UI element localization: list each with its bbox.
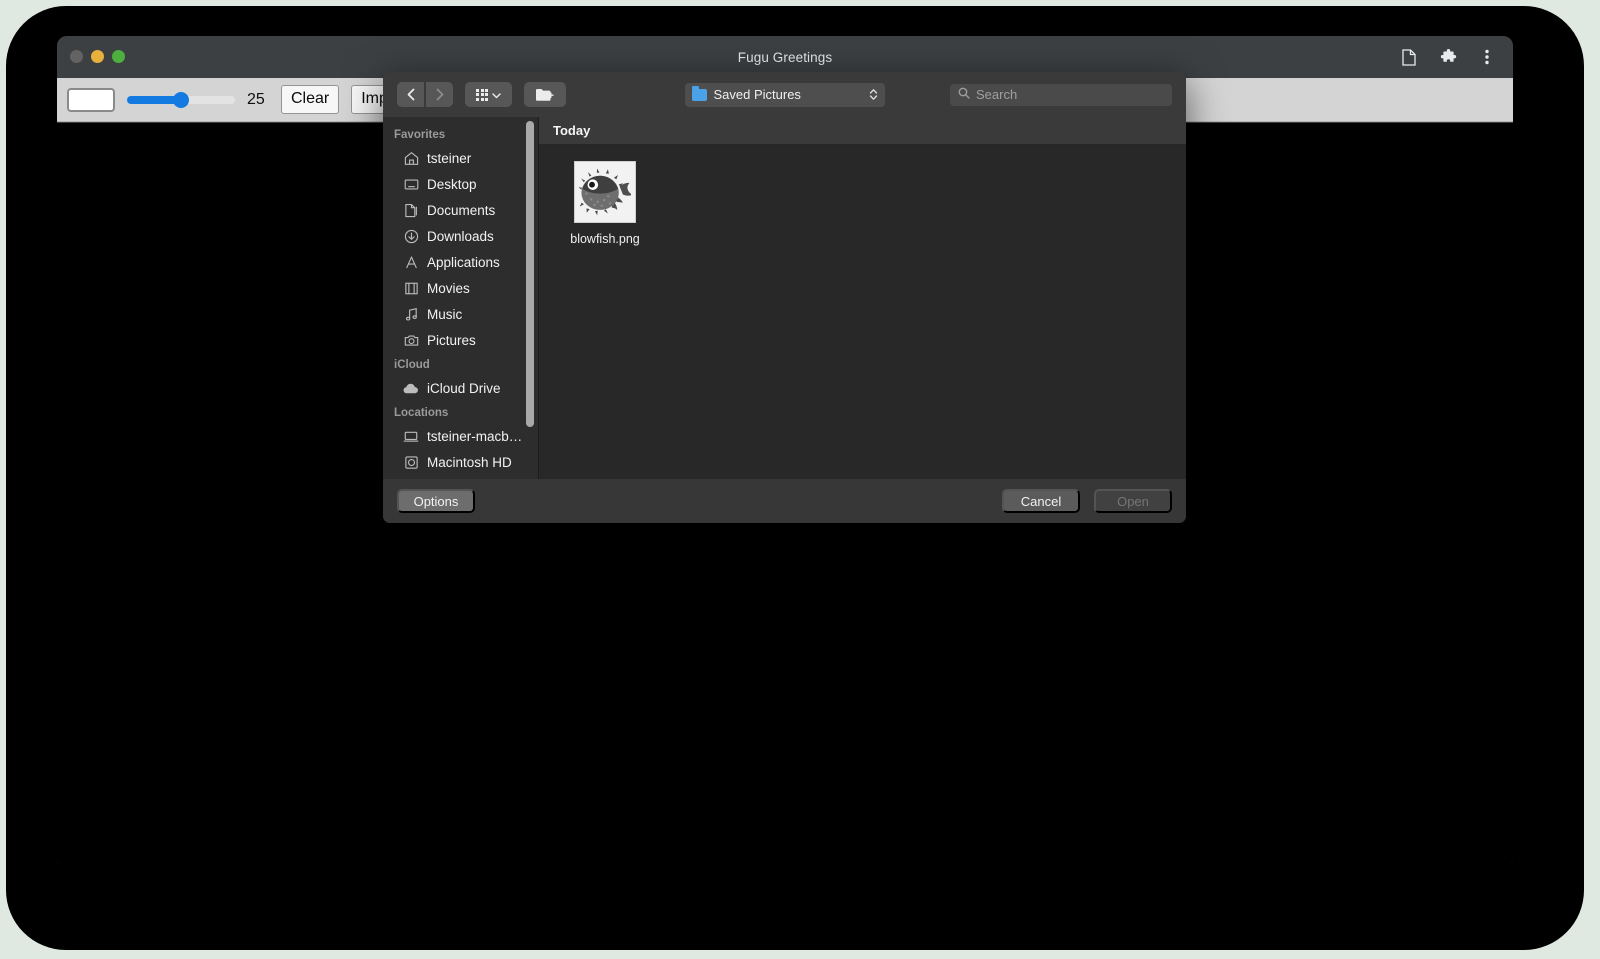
download-icon (403, 228, 419, 244)
chevron-right-icon[interactable] (426, 82, 453, 107)
open-button[interactable]: Open (1094, 489, 1172, 513)
chevron-down-icon (492, 87, 501, 102)
options-button[interactable]: Options (397, 489, 475, 513)
cloud-icon (403, 380, 419, 396)
grid-glyph (476, 88, 488, 101)
puzzle-extension-icon[interactable] (1438, 46, 1458, 68)
desktop-icon (403, 176, 419, 192)
slider-thumb[interactable] (173, 91, 189, 108)
sidebar-item-macintosh-hd[interactable]: Macintosh HD (383, 449, 538, 475)
dialog-toolbar: Saved Pictures Search (383, 72, 1186, 117)
sidebar-item-pictures[interactable]: Pictures (383, 327, 538, 353)
sidebar-item-label: tsteiner-macb… (427, 428, 523, 444)
file-group-header: Today (539, 117, 1186, 145)
applications-icon (403, 254, 419, 270)
sidebar-item-label: Downloads (427, 228, 494, 244)
sidebar-item-label: Pictures (427, 332, 476, 348)
sidebar-item-label: Documents (427, 202, 496, 218)
grid-view-icon[interactable] (465, 82, 512, 107)
sidebar-item-tsteiner-macbook[interactable]: tsteiner-macb… (383, 423, 538, 449)
new-folder-icon[interactable] (524, 82, 566, 107)
sidebar-item-movies[interactable]: Movies (383, 275, 538, 301)
sidebar-item-desktop[interactable]: Desktop (383, 171, 538, 197)
blowfish-icon (579, 168, 631, 216)
chevron-left-icon[interactable] (397, 82, 424, 107)
blue-folder-icon (691, 85, 707, 101)
sidebar-item-applications[interactable]: Applications (383, 249, 538, 275)
file-list-pane[interactable]: Today blowfish.png (538, 117, 1186, 479)
dialog-body: Favorites tsteiner Desktop Documents Dow… (383, 117, 1186, 479)
search-placeholder: Search (976, 87, 1018, 102)
sidebar-section-favorites: Favorites (394, 129, 446, 141)
sidebar-item-label: Movies (427, 280, 470, 296)
sidebar-item-music[interactable]: Music (383, 301, 538, 327)
file-item-blowfish[interactable]: blowfish.png (559, 161, 651, 246)
file-open-dialog: Saved Pictures Search Favorites tsteiner… (383, 72, 1186, 523)
sidebar-item-label: Music (427, 306, 463, 322)
line-width-slider[interactable] (127, 89, 235, 111)
file-name-label: blowfish.png (570, 232, 640, 246)
film-icon (403, 280, 419, 296)
sidebar-item-label: Macintosh HD (427, 454, 512, 470)
sidebar-item-label: Desktop (427, 176, 477, 192)
dialog-footer: Options Cancel Open (383, 479, 1186, 523)
cancel-button[interactable]: Cancel (1002, 489, 1080, 513)
window-title: Fugu Greetings (737, 49, 833, 65)
titlebar-actions (1399, 36, 1503, 78)
search-icon (958, 87, 970, 102)
hard-drive-icon (403, 454, 419, 470)
file-grid: blowfish.png (539, 145, 1186, 246)
camera-icon (403, 332, 419, 348)
sidebar-item-label: tsteiner (427, 150, 472, 166)
kebab-menu-icon[interactable] (1477, 46, 1497, 68)
color-picker-swatch[interactable] (67, 87, 115, 112)
sidebar-item-icloud-drive[interactable]: iCloud Drive (383, 375, 538, 401)
clear-button[interactable]: Clear (281, 85, 340, 114)
navigation-buttons (397, 82, 453, 107)
sidebar-item-tsteiner[interactable]: tsteiner (383, 145, 538, 171)
music-note-icon (403, 306, 419, 322)
blowfish-thumbnail (574, 161, 636, 223)
path-popup-button[interactable]: Saved Pictures (684, 82, 885, 107)
current-folder-label: Saved Pictures (713, 87, 801, 102)
documents-icon (403, 202, 419, 218)
sidebar-section-locations: Locations (394, 407, 449, 419)
sidebar-item-label: Applications (427, 254, 500, 270)
sidebar-item-label: iCloud Drive (427, 380, 501, 396)
dialog-sidebar: Favorites tsteiner Desktop Documents Dow… (383, 117, 538, 479)
sidebar-section-icloud: iCloud (394, 359, 430, 371)
slider-value-label: 25 (247, 90, 265, 108)
page-icon[interactable] (1399, 46, 1419, 68)
sidebar-item-documents[interactable]: Documents (383, 197, 538, 223)
home-icon (403, 150, 419, 166)
up-down-stepper-icon (869, 88, 878, 101)
search-input[interactable]: Search (950, 83, 1172, 106)
laptop-icon (403, 428, 419, 444)
sidebar-item-downloads[interactable]: Downloads (383, 223, 538, 249)
sidebar-scrollbar[interactable] (526, 121, 534, 427)
